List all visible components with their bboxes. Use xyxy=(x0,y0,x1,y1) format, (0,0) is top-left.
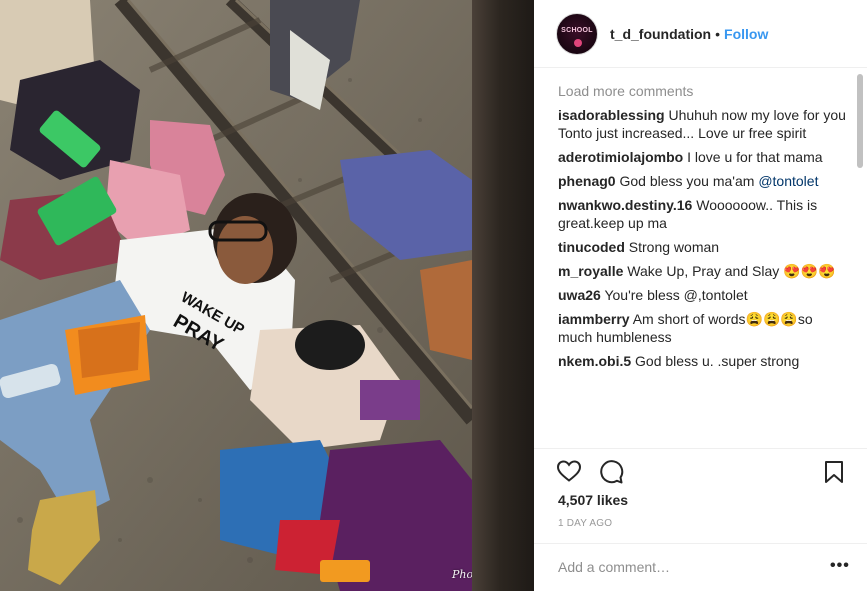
comment-item: nwankwo.destiny.16 Woooooow.. This is gr… xyxy=(558,196,848,232)
add-comment-bar: ••• xyxy=(534,543,867,591)
comments-list[interactable]: Load more comments isadorablessing Uhuhu… xyxy=(558,76,848,448)
comment-username[interactable]: iammberry xyxy=(558,311,630,327)
header-separator: • xyxy=(715,25,721,42)
comment-username[interactable]: phenag0 xyxy=(558,173,616,189)
comment-username[interactable]: uwa26 xyxy=(558,287,601,303)
comment-item: iammberry Am short of words😩😩😩so much hu… xyxy=(558,310,848,346)
comment-text: Wake Up, Pray and Slay 😍😍😍 xyxy=(627,263,836,279)
comments-scrollbar[interactable] xyxy=(856,72,864,446)
follow-button[interactable]: Follow xyxy=(724,26,768,42)
comment-item: aderotimiolajombo I love u for that mama xyxy=(558,148,848,166)
likes-count[interactable]: 4,507 likes xyxy=(558,492,628,508)
avatar[interactable]: SCHOOL xyxy=(556,12,598,55)
post-header: SCHOOL t_d_foundation • Follow xyxy=(534,0,867,68)
bookmark-icon[interactable] xyxy=(824,460,844,489)
post-photo[interactable]: WAKE UP PRAY PhotoGrid xyxy=(0,0,472,591)
post-username[interactable]: t_d_foundation xyxy=(610,26,711,42)
load-more-comments-button[interactable]: Load more comments xyxy=(558,82,848,100)
comment-input[interactable] xyxy=(558,556,808,578)
post-side-panel: SCHOOL t_d_foundation • Follow Load more… xyxy=(534,0,867,591)
scrollbar-thumb[interactable] xyxy=(857,74,863,168)
comment-item: isadorablessing Uhuhuh now my love for y… xyxy=(558,106,848,142)
comment-username[interactable]: nwankwo.destiny.16 xyxy=(558,197,692,213)
avatar-badge-dot xyxy=(574,38,582,47)
comment-text: I love u for that mama xyxy=(687,149,823,165)
avatar-text: SCHOOL xyxy=(561,26,593,34)
photo-illustration: WAKE UP PRAY xyxy=(0,0,472,591)
comment-mention-link[interactable]: @tontolet xyxy=(758,173,818,189)
comment-username[interactable]: aderotimiolajombo xyxy=(558,149,683,165)
comment-text: Strong woman xyxy=(628,239,720,255)
post-actions: 4,507 likes 1 DAY AGO xyxy=(534,448,867,544)
post-date[interactable]: 1 DAY AGO xyxy=(558,518,612,529)
comment-text: God bless u. .super strong xyxy=(635,353,800,369)
comment-item: tinucoded Strong woman xyxy=(558,238,848,256)
comment-item: phenag0 God bless you ma'am @tontolet xyxy=(558,172,848,190)
photogrid-watermark: PhotoGrid xyxy=(452,568,472,581)
comment-item: uwa26 You're bless @,tontolet xyxy=(558,286,848,304)
photo-blur-edge xyxy=(472,0,534,591)
comment-username[interactable]: nkem.obi.5 xyxy=(558,353,631,369)
more-options-icon[interactable]: ••• xyxy=(830,557,850,575)
comment-bubble-icon[interactable] xyxy=(598,459,624,490)
comment-item: m_royalle Wake Up, Pray and Slay 😍😍😍 xyxy=(558,262,848,280)
comment-username[interactable]: m_royalle xyxy=(558,263,623,279)
comment-username[interactable]: isadorablessing xyxy=(558,107,665,123)
comment-text: You're bless @,tontolet xyxy=(604,287,748,303)
comment-item: nkem.obi.5 God bless u. .super strong xyxy=(558,352,848,370)
comment-text: God bless you ma'am xyxy=(619,173,755,189)
comment-username[interactable]: tinucoded xyxy=(558,239,625,255)
heart-icon[interactable] xyxy=(556,459,582,488)
